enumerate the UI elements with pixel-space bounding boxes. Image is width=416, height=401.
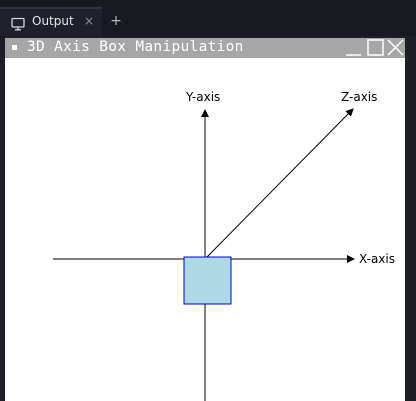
window-menu-icon[interactable] — [12, 45, 17, 50]
tab-close-icon[interactable]: × — [84, 14, 96, 28]
y-axis-label: Y-axis — [185, 90, 220, 104]
z-axis-label: Z-axis — [341, 90, 377, 104]
close-icon[interactable] — [387, 39, 405, 57]
tab-output[interactable]: Output × — [0, 7, 102, 36]
maximize-icon[interactable] — [367, 39, 385, 57]
window-title: 3D Axis Box Manipulation — [27, 39, 244, 55]
app-window: 3D Axis Box Manipulation X-axis Y-axis Z… — [5, 38, 405, 401]
minimize-icon[interactable] — [345, 39, 363, 57]
window-titlebar[interactable]: 3D Axis Box Manipulation — [5, 38, 405, 58]
tab-bar: Output × + — [0, 0, 416, 36]
monitor-icon — [11, 17, 25, 31]
scene-canvas[interactable]: X-axis Y-axis Z-axis — [5, 58, 405, 401]
box[interactable] — [183, 256, 232, 305]
tab-label: Output — [32, 14, 74, 28]
add-tab-icon[interactable]: + — [108, 11, 124, 31]
z-axis-line — [204, 108, 354, 260]
x-axis-label: X-axis — [359, 252, 395, 266]
